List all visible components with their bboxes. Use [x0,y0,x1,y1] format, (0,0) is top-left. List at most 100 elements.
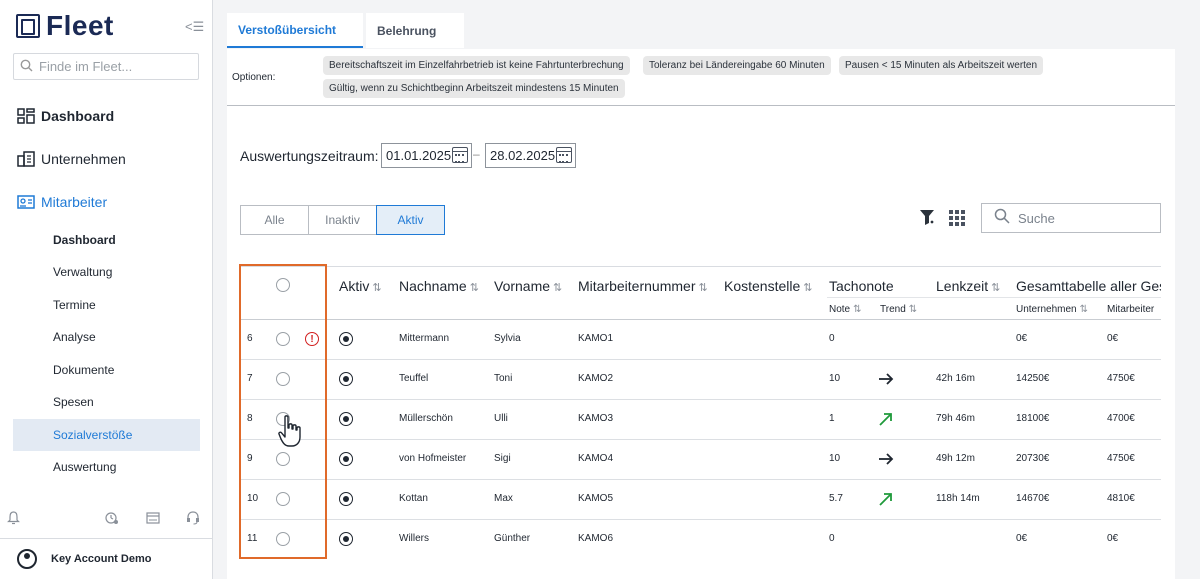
row-number: 8 [247,413,253,424]
sort-icon[interactable]: ⇅ [991,282,1000,294]
row-number: 9 [247,453,253,464]
col-trend[interactable]: Trend ⇅ [880,304,917,315]
row-select-radio[interactable] [276,372,290,386]
active-status-indicator [339,332,353,346]
cell-unternehmen: 20730€ [1016,453,1050,464]
options-panel: Optionen: Bereitschaftszeit im Einzelfah… [227,49,1175,106]
bell-icon[interactable] [7,511,20,528]
cell-nachname: Willers [399,533,429,544]
fleet-logo[interactable]: Fleet [16,10,114,42]
sort-icon[interactable]: ⇅ [698,282,707,294]
clock-settings-icon[interactable] [105,511,119,528]
search-icon [20,59,33,75]
nav-unternehmen[interactable]: Unternehmen [17,151,126,167]
active-status-indicator [339,412,353,426]
row-select-radio[interactable] [276,332,290,346]
trend-up-arrow-icon [879,412,893,431]
select-all-radio[interactable] [276,278,290,292]
table-search-input[interactable] [1018,210,1148,226]
date-to-field[interactable]: 28.02.2025 [485,143,576,168]
card-icon[interactable] [146,512,160,527]
col-vorname[interactable]: Vorname ⇅ [494,278,562,294]
sort-icon[interactable]: ⇅ [553,282,562,294]
cell-unternehmen: 14670€ [1016,493,1050,504]
user-name: Key Account Demo [51,553,152,565]
sidebar-item-spesen[interactable]: Spesen [13,386,200,418]
col-nachname[interactable]: Nachname ⇅ [399,278,479,294]
sort-icon[interactable]: ⇅ [803,282,812,294]
col-mitarbeiternummer[interactable]: Mitarbeiternummer ⇅ [578,278,708,294]
table-row[interactable]: 7 Teuffel Toni KAMO2 10 42h 16m 14250€ 4… [240,360,1161,400]
calendar-icon[interactable] [556,147,572,163]
filter-aktiv-button[interactable]: Aktiv [376,205,445,235]
nav-dashboard-label: Dashboard [41,108,115,124]
col-unternehmen[interactable]: Unternehmen ⇅ [1016,304,1088,315]
filter-icon[interactable] [920,210,934,226]
sidebar-item-termine[interactable]: Termine [13,289,200,321]
row-select-radio[interactable] [276,492,290,506]
collapse-sidebar-icon[interactable]: <☰ [185,19,204,35]
cell-note: 0 [829,533,835,544]
cell-unternehmen: 0€ [1016,533,1028,544]
table-row[interactable]: 9 von Hofmeister Sigi KAMO4 10 49h 12m 2… [240,440,1161,480]
col-note-label: Note [829,304,851,315]
cell-vorname: Max [494,493,513,504]
table-row[interactable]: 6 ! Mittermann Sylvia KAMO1 0 0€ 0€ [240,320,1161,360]
active-status-indicator [339,532,353,546]
nav-mitarbeiter[interactable]: Mitarbeiter [17,194,107,210]
cell-note: 10 [829,453,841,464]
sort-icon[interactable]: ⇅ [1080,304,1088,315]
sort-icon[interactable]: ⇅ [909,304,917,315]
trend-steady-arrow-icon [878,370,894,391]
sidebar-item-auswertung[interactable]: Auswertung [13,451,200,483]
table-row[interactable]: 8 Müllerschön Ulli KAMO3 1 79h 46m 18100… [240,400,1161,440]
table-search[interactable] [981,203,1161,233]
calendar-icon[interactable] [452,147,468,163]
table-row[interactable]: 11 Willers Günther KAMO6 0 0€ 0€ [240,520,1161,559]
sort-icon[interactable]: ⇅ [372,282,381,294]
cell-vorname: Sigi [494,453,511,464]
nav-unternehmen-label: Unternehmen [41,151,126,167]
row-select-radio[interactable] [276,532,290,546]
filter-alle-button[interactable]: Alle [240,205,309,235]
sidebar-search-input[interactable] [39,59,189,74]
col-note[interactable]: Note ⇅ [829,304,862,315]
sort-icon[interactable]: ⇅ [853,304,861,315]
option-chip: Toleranz bei Ländereingabe 60 Minuten [643,56,831,75]
tab-belehrung[interactable]: Belehrung [366,13,464,48]
col-aktiv[interactable]: Aktiv ⇅ [339,278,382,294]
user-account[interactable]: Key Account Demo [0,538,212,579]
cell-mitarbeiternummer: KAMO4 [578,453,614,464]
sidebar-item-analyse[interactable]: Analyse [13,321,200,353]
col-kostenstelle[interactable]: Kostenstelle ⇅ [724,278,813,294]
sidebar-item-sozialverstoesse[interactable]: Sozialverstöße [13,419,200,451]
row-select-radio[interactable] [276,452,290,466]
cell-note: 0 [829,333,835,344]
col-lenkzeit[interactable]: Lenkzeit ⇅ [936,278,1000,294]
cell-mitarbeiternummer: KAMO6 [578,533,614,544]
sort-icon[interactable]: ⇅ [470,282,479,294]
columns-grid-icon[interactable] [949,210,965,226]
cell-nachname: Mittermann [399,333,450,344]
sidebar-search[interactable] [13,53,199,80]
cell-note: 5.7 [829,493,843,504]
cell-mitarbeiternummer: KAMO2 [578,373,614,384]
sidebar-item-dashboard[interactable]: Dashboard [13,224,200,256]
table-row[interactable]: 10 Kottan Max KAMO5 5.7 118h 14m 14670€ … [240,480,1161,520]
cell-mitarbeiter: 4750€ [1107,453,1135,464]
sidebar-item-verwaltung[interactable]: Verwaltung [13,256,200,288]
active-status-indicator [339,372,353,386]
warning-icon[interactable]: ! [305,332,319,346]
headset-icon[interactable] [186,511,200,528]
header-sub-divider [827,297,1161,298]
content-panel: Auswertungszeitraum: 01.01.2025 – 28.02.… [227,106,1175,579]
date-from-field[interactable]: 01.01.2025 [381,143,472,168]
nav-dashboard[interactable]: Dashboard [17,108,114,124]
filter-inaktiv-button[interactable]: Inaktiv [308,205,377,235]
hand-cursor-icon [278,414,304,450]
sidebar-item-dokumente[interactable]: Dokumente [13,354,200,386]
tab-verstossuebersicht[interactable]: Verstoßübersicht [227,13,363,48]
cell-nachname: Kottan [399,493,428,504]
col-unternehmen-label: Unternehmen [1016,304,1077,315]
cell-vorname: Ulli [494,413,508,424]
